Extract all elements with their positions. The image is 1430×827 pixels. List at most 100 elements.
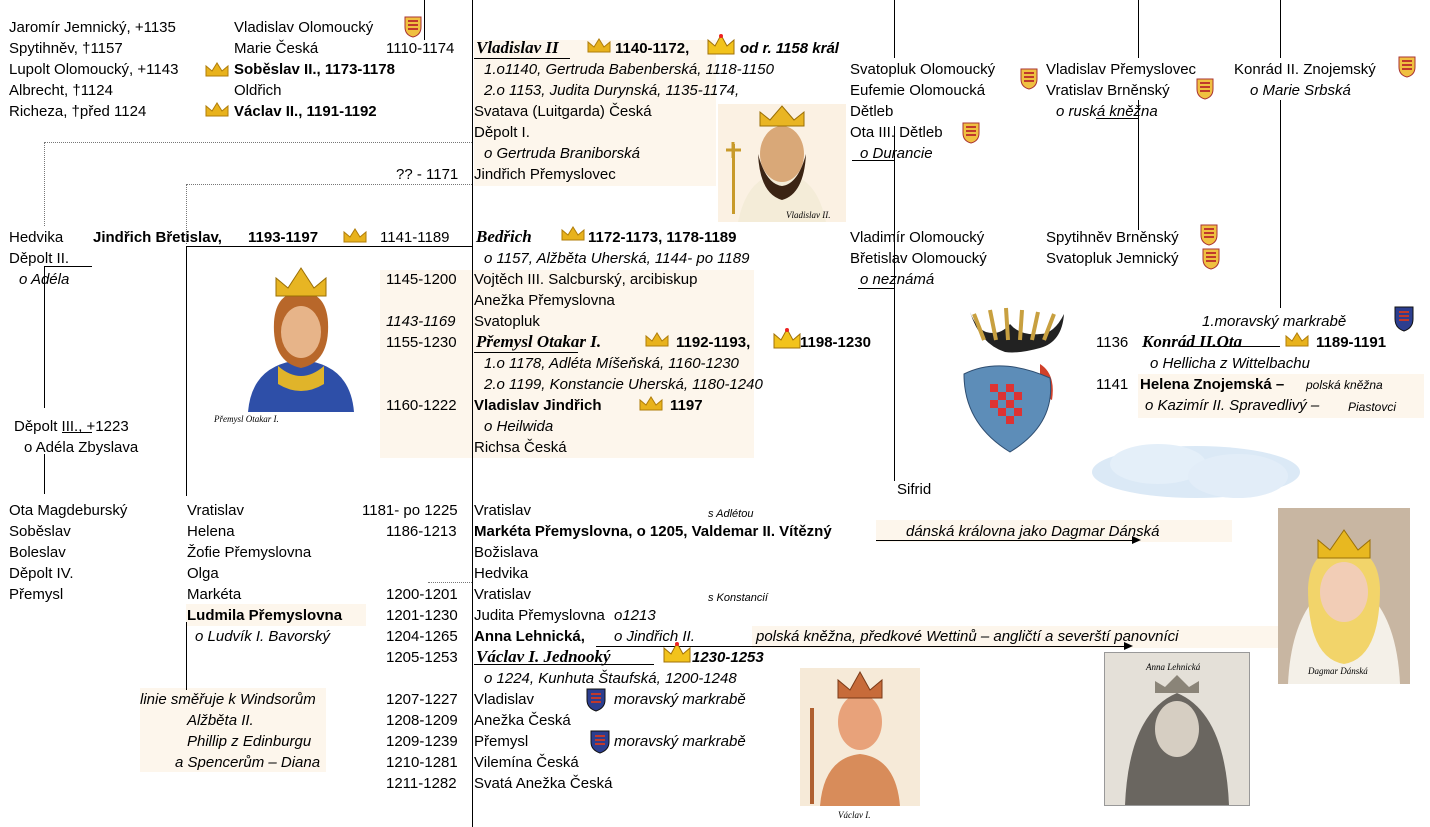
note: moravský markrabě bbox=[614, 691, 746, 708]
portrait-caption: Vladislav II. bbox=[786, 210, 831, 220]
marriage: 2.o 1153, Judita Durynská, 1135-1174, bbox=[484, 82, 740, 99]
person-name: Lupolt Olomoucký, +1143 bbox=[9, 61, 179, 78]
person-name: Svatopluk Jemnický bbox=[1046, 250, 1179, 267]
person-name: Richsa Česká bbox=[474, 439, 567, 456]
marriage: o neznámá bbox=[860, 271, 935, 288]
person-name: Vratislav bbox=[474, 502, 531, 519]
person-name: Spytihněv Brněnský bbox=[1046, 229, 1179, 246]
reign: 1197 bbox=[670, 397, 703, 414]
person-name: Anežka Česká bbox=[474, 712, 571, 729]
person-name: Břetislav Olomoucký bbox=[850, 250, 987, 267]
person-name: Markéta bbox=[187, 586, 242, 603]
years: 1110-1174 bbox=[386, 40, 455, 57]
years: 1204-1265 bbox=[386, 628, 458, 645]
person-name: Anežka Přemyslovna bbox=[474, 292, 615, 309]
crown-icon bbox=[1285, 332, 1309, 347]
portrait-caption: Dagmar Dánská bbox=[1308, 666, 1368, 676]
crown-icon bbox=[587, 38, 611, 53]
person-name: Jaromír Jemnický, +1135 bbox=[9, 19, 176, 36]
years: 1210-1281 bbox=[386, 754, 458, 771]
royal-crown-icon bbox=[663, 641, 691, 663]
eagle-shield-icon bbox=[1202, 248, 1220, 270]
person-name: Svatava (Luitgarda) Česká bbox=[474, 103, 652, 120]
person-name: Žofie Přemyslovna bbox=[187, 544, 312, 561]
person-name: Děpolt III., +1223 bbox=[14, 418, 129, 435]
years: 1141-1189 bbox=[380, 229, 450, 246]
eagle-shield-icon bbox=[1200, 224, 1218, 246]
marriage: o Kazimír II. Spravedlivý – bbox=[1145, 397, 1320, 414]
note: polská kněžna, předkové Wettinů – anglič… bbox=[756, 628, 1179, 645]
person-name: Sifrid bbox=[897, 481, 932, 498]
note: dánská královna jako Dagmar Dánská bbox=[906, 523, 1160, 540]
ruler-script-name: Václav I. Jednooký bbox=[476, 647, 611, 666]
crown-icon bbox=[205, 62, 229, 77]
reign: 1193-1197 bbox=[248, 229, 319, 246]
reign: 1140-1172, bbox=[615, 40, 690, 57]
king-reign: 1198-1230 bbox=[800, 334, 871, 351]
person-name: Olga bbox=[187, 565, 219, 582]
person-name: Boleslav bbox=[9, 544, 66, 561]
person-name: Jindřich Přemyslovec bbox=[474, 166, 616, 183]
moravian-eagle-icon bbox=[586, 688, 606, 712]
person-name: Vladislav Přemyslovec bbox=[1046, 61, 1197, 78]
years: 1207-1227 bbox=[386, 691, 458, 708]
ruler-name: Václav II., 1191-1192 bbox=[234, 103, 377, 120]
eagle-shield-icon bbox=[1398, 56, 1416, 78]
crown-icon bbox=[343, 228, 367, 243]
eagle-shield-icon bbox=[404, 16, 422, 38]
portrait-caption: Anna Lehnická bbox=[1146, 662, 1201, 672]
person-name: Ota III. Dětleb bbox=[850, 124, 943, 141]
person-name: Oldřich bbox=[234, 82, 282, 99]
marriage: o Heilwida bbox=[484, 418, 554, 435]
cloud-decoration bbox=[1088, 436, 1304, 506]
king-since: od r. 1158 král bbox=[740, 40, 839, 57]
person-name: Přemysl bbox=[9, 586, 64, 603]
person-name: Vladislav Olomoucký bbox=[234, 19, 374, 36]
portrait-caption: Václav I. bbox=[838, 810, 871, 820]
otakar-portrait bbox=[238, 262, 364, 412]
person-name: Vladislav bbox=[474, 691, 535, 708]
years: 1141 bbox=[1096, 376, 1129, 393]
person-name: Děpolt IV. bbox=[9, 565, 74, 582]
person-name: Judita Přemyslovna bbox=[474, 607, 605, 624]
royal-crown-icon bbox=[773, 327, 801, 349]
years: 1201-1230 bbox=[386, 607, 458, 624]
person-name: Ota Magdeburský bbox=[9, 502, 128, 519]
years: 1181- po 1225 bbox=[362, 502, 458, 519]
title-note: 1.moravský markrabě bbox=[1202, 313, 1347, 330]
marriage: o Gertruda Braniborská bbox=[484, 145, 640, 162]
marriage: o 1157, Alžběta Uherská, 1144- po 1189 bbox=[484, 250, 750, 267]
years: 1160-1222 bbox=[386, 397, 457, 414]
person-name: Anna Lehnická, bbox=[474, 628, 585, 645]
person-name: Spytihněv, †1157 bbox=[9, 40, 123, 57]
person-name: Helena bbox=[187, 523, 235, 540]
person-name: Svatopluk bbox=[474, 313, 540, 330]
person-name: Vladimír Olomoucký bbox=[850, 229, 985, 246]
years: 1143-1169 bbox=[386, 313, 456, 330]
person-name: Vojtěch III. Salcburský, arcibiskup bbox=[474, 271, 698, 288]
ruler-script-name: Vladislav II bbox=[476, 38, 559, 57]
note: moravský markrabě bbox=[614, 733, 746, 750]
person-name: Eufemie Olomoucká bbox=[850, 82, 986, 99]
vladislav-portrait bbox=[718, 104, 846, 222]
reign: 1192-1193, bbox=[676, 334, 751, 351]
moravian-eagle-icon bbox=[1394, 306, 1414, 332]
ruler-name: Jindřich Břetislav, bbox=[93, 229, 222, 246]
person-name: Hedvika bbox=[474, 565, 529, 582]
person-name: Vratislav bbox=[474, 586, 531, 603]
marriage: 1.o 1178, Adléta Míšeňská, 1160-1230 bbox=[484, 355, 739, 372]
person-name: Vratislav Brněnský bbox=[1046, 82, 1170, 99]
eagle-shield-icon bbox=[962, 122, 980, 144]
lineage-note: Alžběta II. bbox=[187, 712, 254, 729]
person-name: Božislava bbox=[474, 544, 539, 561]
person-name: Markéta Přemyslovna, o 1205, Valdemar II… bbox=[474, 523, 832, 540]
years: 1200-1201 bbox=[386, 586, 458, 603]
person-name: Děpolt II. bbox=[9, 250, 70, 267]
person-name: Konrád II. Znojemský bbox=[1234, 61, 1376, 78]
ruler-script-name: Přemysl Otakar I. bbox=[476, 332, 602, 351]
marriage: o ruská kněžna bbox=[1056, 103, 1158, 120]
vaclav-portrait bbox=[800, 668, 920, 806]
note: polská kněžna bbox=[1306, 378, 1383, 392]
person-name: Soběslav bbox=[9, 523, 71, 540]
royal-crown-icon bbox=[707, 33, 735, 55]
